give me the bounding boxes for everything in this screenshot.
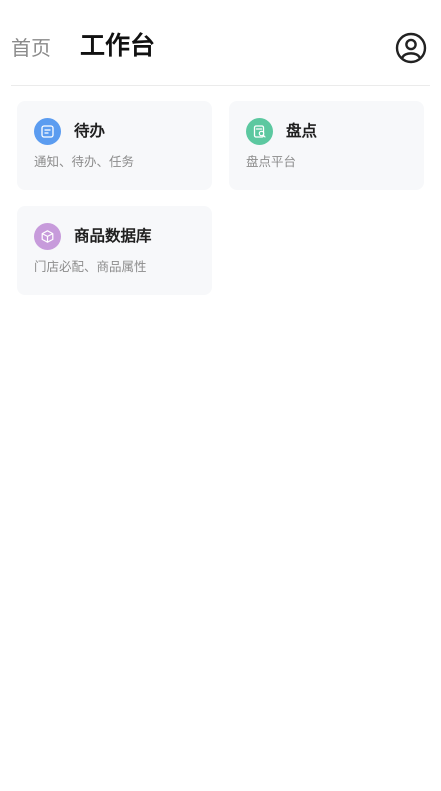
card-description: 通知、待办、任务: [34, 154, 135, 169]
header: 首页 工作台: [0, 0, 441, 86]
card-title: 商品数据库: [74, 227, 152, 245]
todo-icon: [34, 118, 61, 145]
card-description: 盘点平台: [246, 154, 297, 169]
card-description: 门店必配、商品属性: [34, 259, 147, 274]
header-divider: [11, 85, 430, 86]
tab-workbench[interactable]: 工作台: [80, 29, 155, 63]
card-inventory[interactable]: 盘点 盘点平台: [229, 101, 424, 190]
inventory-icon: [246, 118, 273, 145]
cube-icon: [34, 223, 61, 250]
card-todo[interactable]: 待办 通知、待办、任务: [17, 101, 212, 190]
user-circle-icon[interactable]: [395, 32, 427, 64]
card-title: 待办: [74, 122, 106, 140]
tab-home[interactable]: 首页: [11, 34, 51, 62]
card-product-database[interactable]: 商品数据库 门店必配、商品属性: [17, 206, 212, 295]
card-title: 盘点: [286, 122, 318, 140]
